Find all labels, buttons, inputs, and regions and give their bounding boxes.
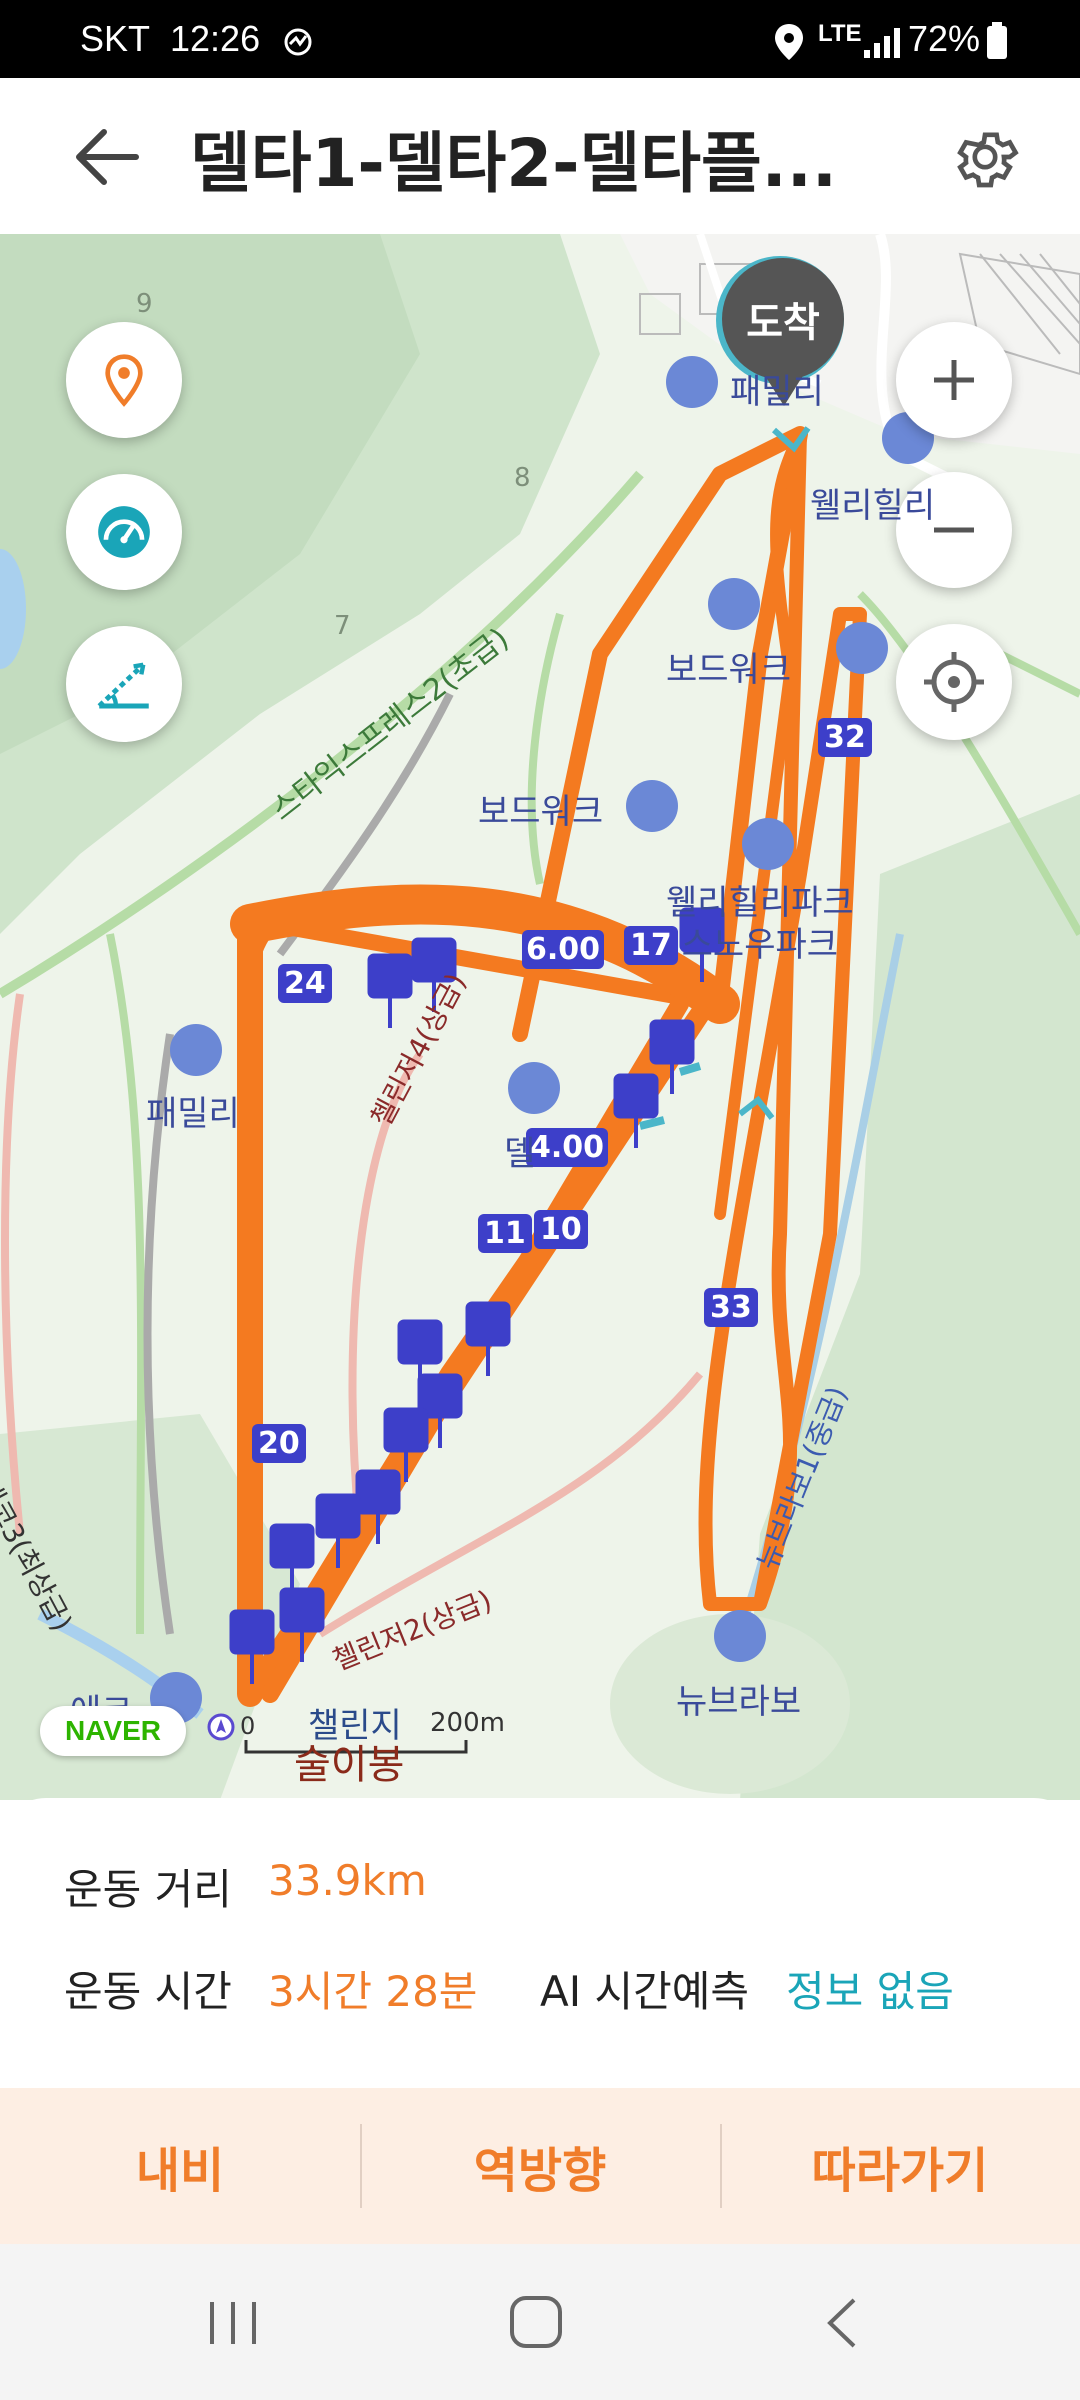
contour-label-7: 7 <box>334 611 351 641</box>
location-status-icon <box>775 24 803 60</box>
lap-marker[interactable]: 20 <box>252 1424 306 1463</box>
contour-label-9: 9 <box>136 289 153 319</box>
reverse-direction-button[interactable]: 역방향 <box>360 2088 720 2244</box>
back-arrow-icon[interactable] <box>70 122 150 192</box>
distance-label: 운동 거리 <box>64 1865 232 1914</box>
place-label: 보드워크 <box>666 650 792 690</box>
battery-percent: 72% <box>908 18 981 59</box>
system-nav-bar <box>0 2244 1080 2400</box>
place-label: 패밀리 <box>730 372 824 412</box>
slope-angle-icon <box>97 662 149 709</box>
signal-icon <box>864 28 900 58</box>
scale-distance: 200m <box>430 1708 505 1738</box>
network-type: LTE <box>818 20 862 47</box>
status-bar: SKT 12:26 LTE 72% <box>0 0 1080 78</box>
recent-apps-icon[interactable] <box>206 2296 260 2350</box>
recenter-button[interactable] <box>896 624 1012 740</box>
battery-icon <box>987 22 1007 59</box>
place-label: 웰리힐리 <box>810 486 936 526</box>
carrier-label: SKT <box>80 18 151 59</box>
place-label: 보드워크 <box>478 792 604 832</box>
stats-panel: 운동 거리 33.9km 운동 시간 3시간 28분 AI 시간예측 정보 없음 <box>0 1798 1080 2088</box>
distance-value: 33.9km <box>268 1856 427 1905</box>
zoom-in-button[interactable] <box>896 322 1012 438</box>
map-view[interactable]: 9 8 7 도착 24 6.00 17 32 4.00 11 10 33 20 … <box>0 234 1080 1800</box>
lap-marker[interactable]: 32 <box>818 718 872 757</box>
arrival-badge[interactable]: 도착 <box>722 258 844 380</box>
back-nav-icon[interactable] <box>818 2296 868 2350</box>
place-label: 델 <box>504 1134 536 1174</box>
distance-marker[interactable]: 4.00 <box>526 1128 609 1167</box>
home-icon[interactable] <box>506 2292 566 2352</box>
lap-marker[interactable]: 33 <box>704 1288 758 1327</box>
place-label: 뉴브라보 <box>676 1682 802 1722</box>
my-location-pin-button[interactable] <box>66 322 182 438</box>
lap-marker[interactable]: 10 <box>534 1210 588 1249</box>
naver-logo: NAVER <box>40 1706 186 1756</box>
minus-icon <box>934 527 974 533</box>
lap-marker[interactable]: 11 <box>478 1214 532 1253</box>
activity-icon <box>284 28 312 56</box>
time-value: 3시간 28분 <box>268 1967 478 2016</box>
settings-gear-icon[interactable] <box>950 122 1020 192</box>
header: 델타1-델타2-델타플... <box>0 78 1080 234</box>
location-pin-icon <box>105 354 143 407</box>
navi-button[interactable]: 내비 <box>0 2088 360 2244</box>
speed-gauge-button[interactable] <box>66 474 182 590</box>
speedometer-icon <box>98 506 150 558</box>
clock: 12:26 <box>170 18 261 59</box>
plus-icon <box>934 360 974 400</box>
time-label: 운동 시간 <box>64 1967 232 2016</box>
contour-label-8: 8 <box>514 463 531 493</box>
page-title: 델타1-델타2-델타플... <box>190 125 837 202</box>
action-bar: 내비 역방향 따라가기 <box>0 2088 1080 2244</box>
follow-button[interactable]: 따라가기 <box>720 2088 1080 2244</box>
scale-zero: 0 <box>240 1712 256 1740</box>
place-label: 술이봉 <box>294 1742 405 1788</box>
compass-icon <box>207 1713 235 1741</box>
slope-angle-button[interactable] <box>66 626 182 742</box>
place-label: 패밀리 <box>146 1094 240 1134</box>
lap-marker[interactable]: 24 <box>278 964 332 1003</box>
distance-marker[interactable]: 6.00 <box>522 930 605 969</box>
ai-estimate-value: 정보 없음 <box>786 1967 954 2016</box>
crosshair-icon <box>924 652 984 712</box>
map-base-layer: 9 8 7 <box>0 234 1080 1800</box>
ai-estimate-label: AI 시간예측 <box>540 1967 750 2016</box>
place-label: 웰리힐리파크 스노우파크 <box>666 883 854 965</box>
